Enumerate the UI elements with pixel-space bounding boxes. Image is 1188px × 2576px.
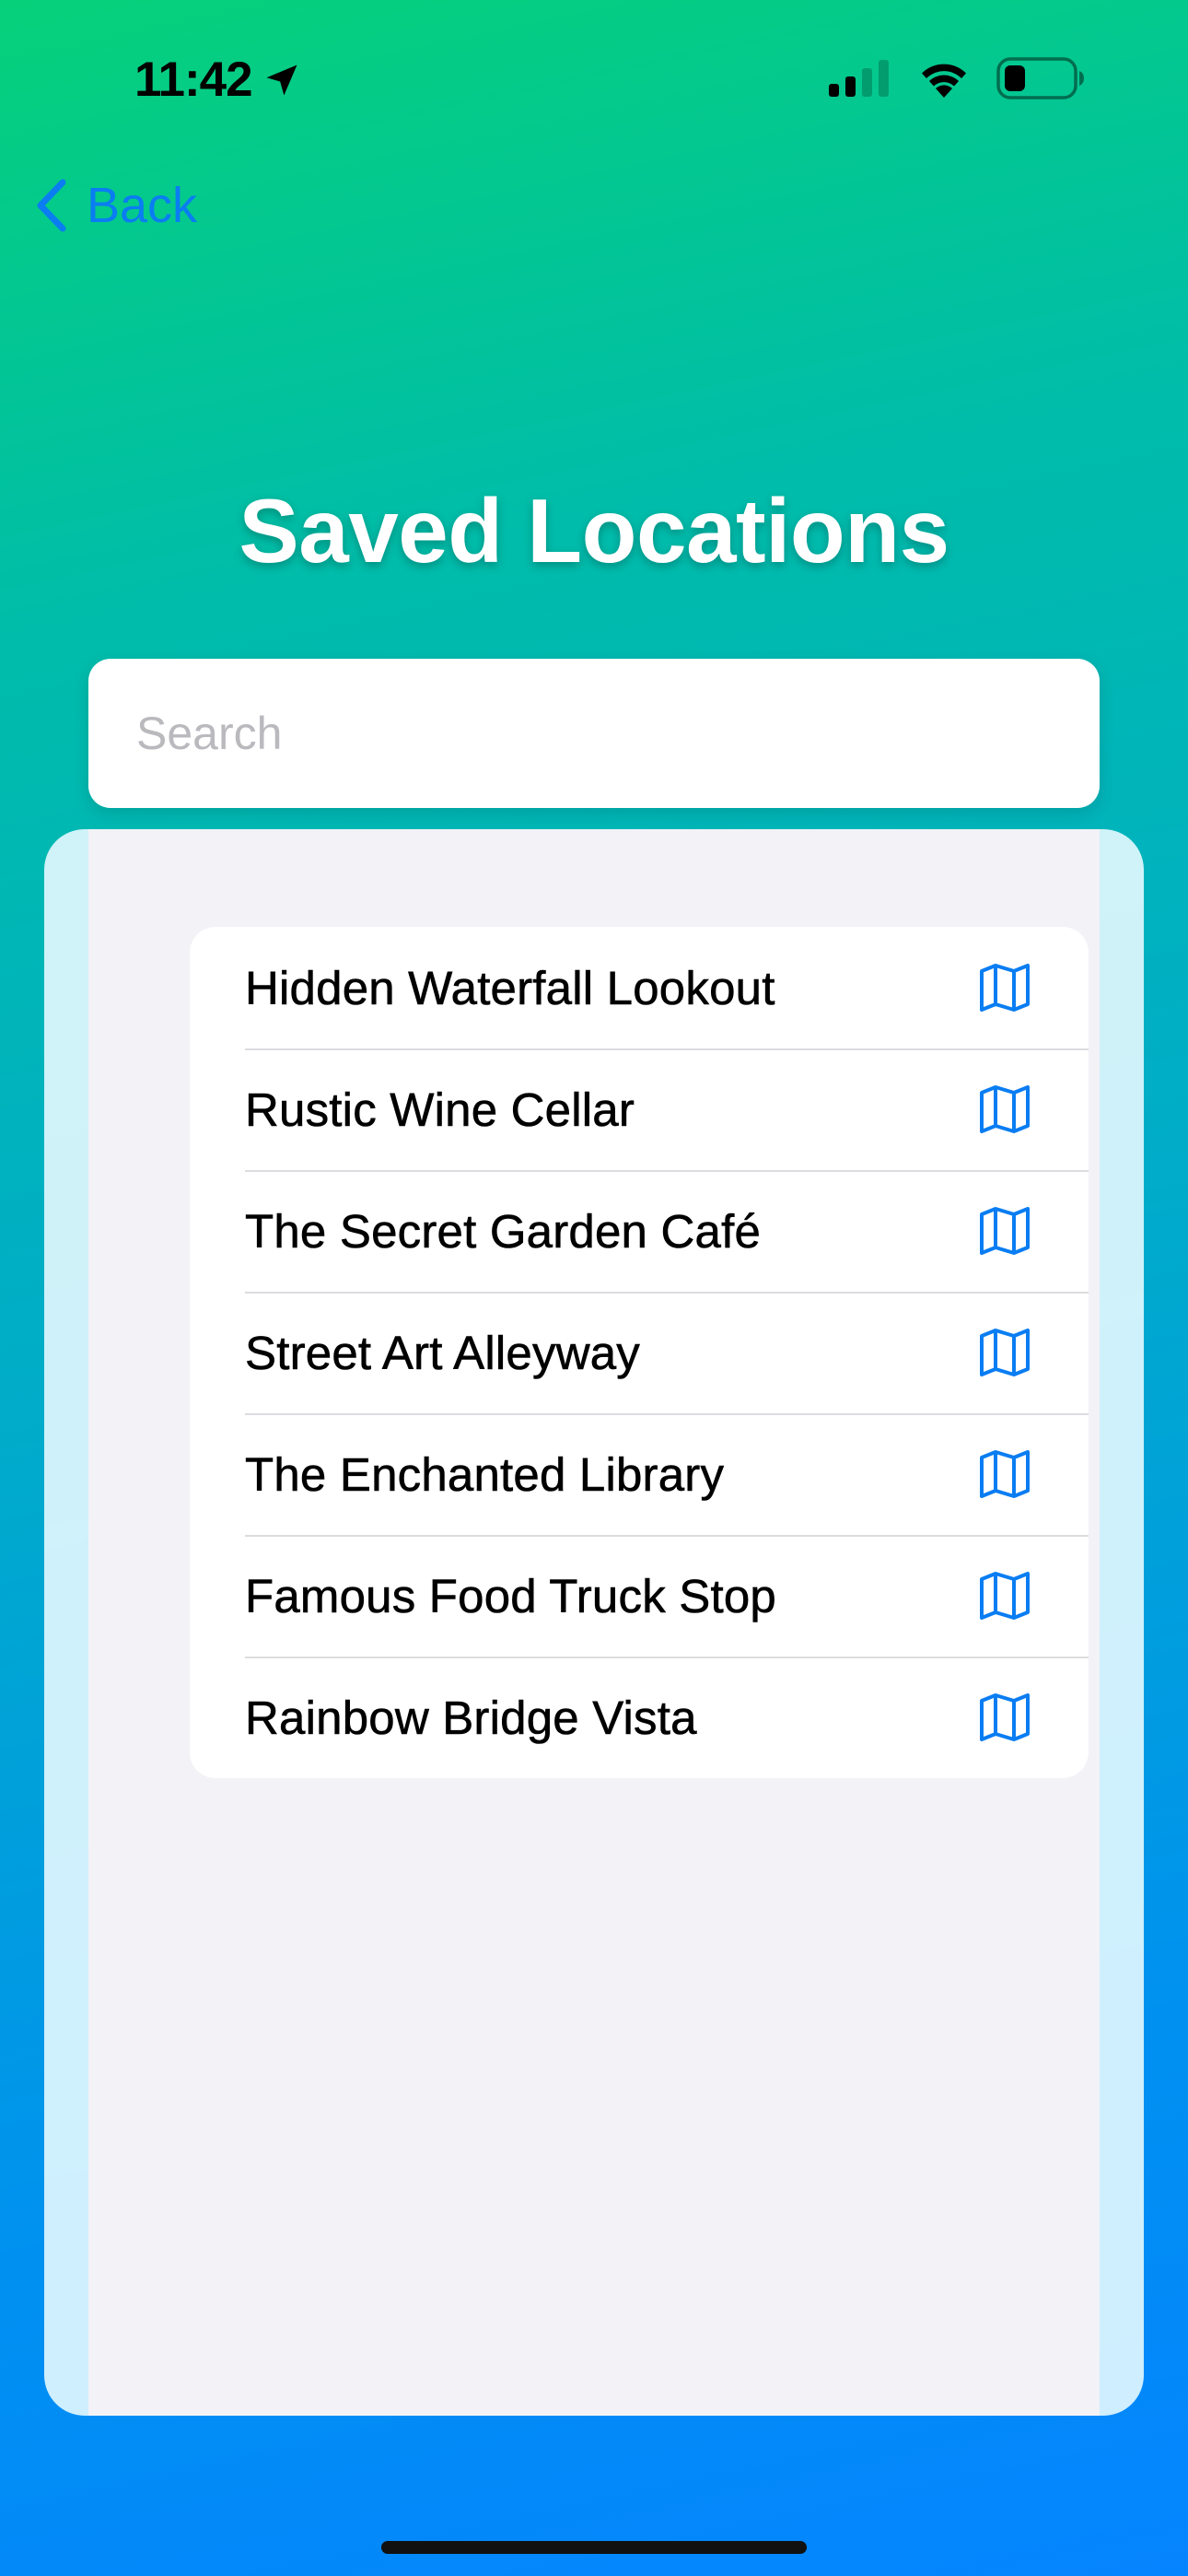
home-indicator[interactable] [381, 2541, 807, 2554]
location-name: The Secret Garden Café [245, 1204, 762, 1258]
list-background: Hidden Waterfall Lookout Rustic Wine Cel… [88, 829, 1100, 2416]
map-icon[interactable] [978, 1448, 1031, 1500]
list-item[interactable]: Rainbow Bridge Vista [190, 1657, 1089, 1778]
saved-locations-list: Hidden Waterfall Lookout Rustic Wine Cel… [190, 927, 1089, 1778]
list-item[interactable]: The Enchanted Library [190, 1413, 1089, 1535]
location-name: Rustic Wine Cellar [245, 1083, 635, 1136]
back-button[interactable]: Back [33, 177, 197, 234]
map-icon[interactable] [978, 1327, 1031, 1378]
status-time-label: 11:42 [134, 53, 253, 107]
cellular-signal-icon [829, 60, 889, 97]
chevron-left-icon [37, 179, 66, 232]
status-bar: 11:42 [0, 0, 1188, 157]
map-icon[interactable] [978, 1692, 1031, 1743]
location-name: Hidden Waterfall Lookout [245, 961, 775, 1014]
wifi-icon [922, 64, 966, 98]
battery-icon [996, 57, 1084, 100]
map-icon[interactable] [978, 1083, 1031, 1135]
location-name: Rainbow Bridge Vista [245, 1691, 697, 1744]
location-name: Street Art Alleyway [245, 1326, 640, 1379]
page-title: Saved Locations [239, 480, 949, 581]
map-icon[interactable] [978, 1205, 1031, 1257]
back-button-label: Back [87, 178, 198, 233]
status-time: 11:42 [134, 52, 302, 108]
map-icon[interactable] [978, 1570, 1031, 1622]
location-name: The Enchanted Library [245, 1447, 725, 1501]
search-box[interactable] [88, 659, 1100, 808]
list-item[interactable]: Street Art Alleyway [190, 1292, 1089, 1413]
list-item[interactable]: The Secret Garden Café [190, 1170, 1089, 1292]
location-arrow-icon [266, 64, 297, 95]
status-icons [829, 57, 1085, 100]
search-input[interactable] [134, 706, 1054, 761]
list-panel: Hidden Waterfall Lookout Rustic Wine Cel… [44, 829, 1144, 2416]
list-item[interactable]: Famous Food Truck Stop [190, 1535, 1089, 1657]
list-item[interactable]: Rustic Wine Cellar [190, 1048, 1089, 1170]
location-name: Famous Food Truck Stop [245, 1569, 776, 1622]
list-item[interactable]: Hidden Waterfall Lookout [190, 927, 1089, 1048]
map-icon[interactable] [978, 962, 1031, 1013]
